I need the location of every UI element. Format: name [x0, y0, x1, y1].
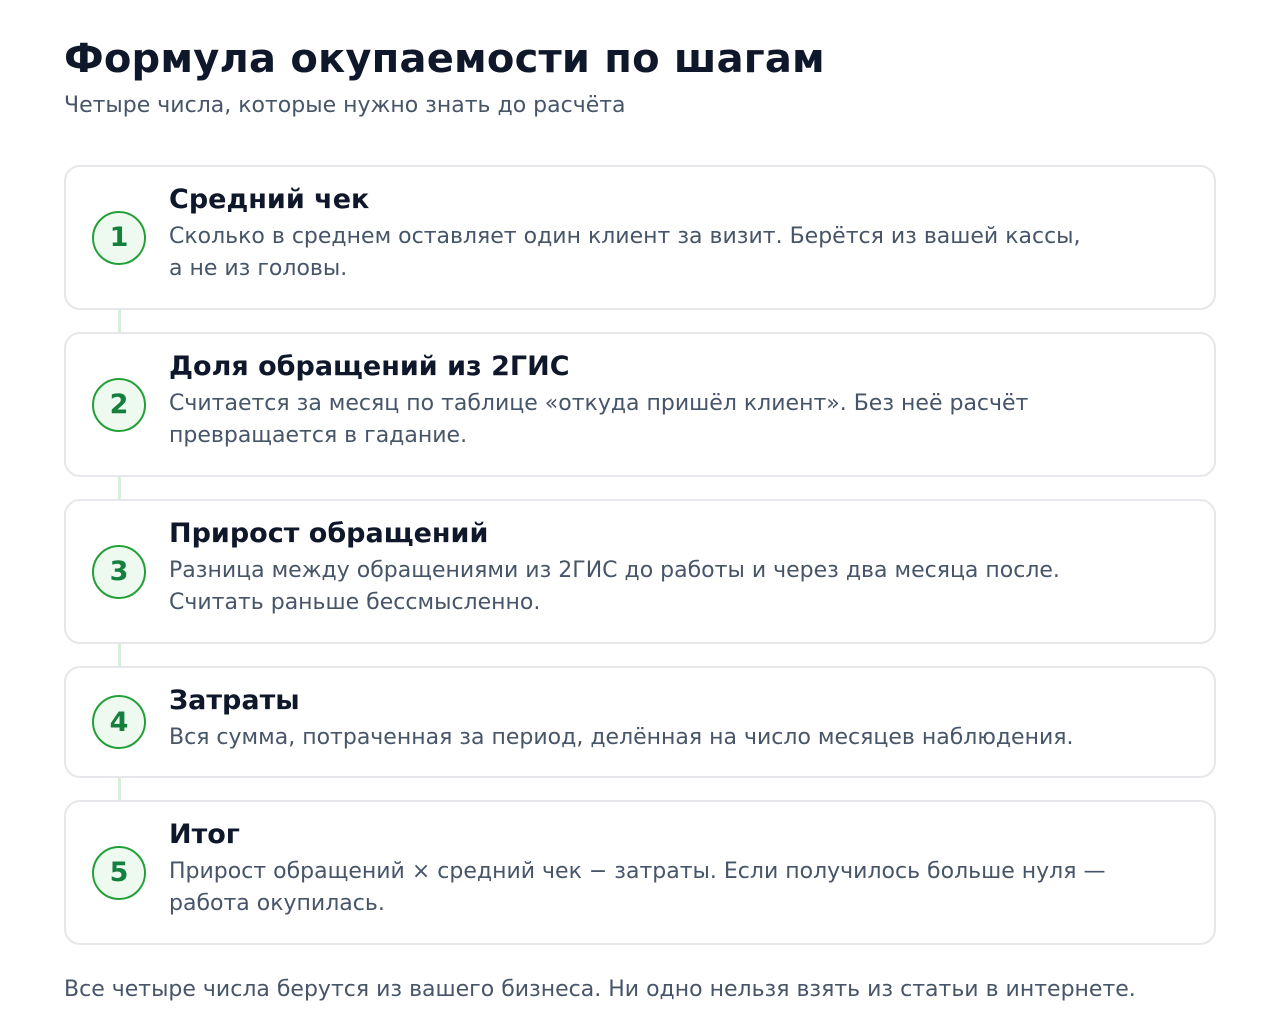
step-number-badge: 2: [92, 377, 146, 432]
step-connector: [118, 778, 121, 800]
step-card-5: 5 Итог Прирост обращений × средний чек −…: [64, 800, 1216, 945]
step-card-2: 2 Доля обращений из 2ГИС Считается за ме…: [64, 332, 1216, 477]
step-description: Считается за месяц по таблице «откуда пр…: [169, 391, 1029, 448]
footer-note: Все четыре числа берутся из вашего бизне…: [64, 977, 1136, 1002]
step-description: Разница между обращениями из 2ГИС до раб…: [169, 558, 1060, 615]
step-title: Доля обращений из 2ГИС: [169, 351, 570, 382]
step-description: Вся сумма, потраченная за период, делённ…: [169, 725, 1074, 750]
step-card-1: 1 Средний чек Сколько в среднем оставляе…: [64, 165, 1216, 310]
step-card-4: 4 Затраты Вся сумма, потраченная за пери…: [64, 666, 1216, 778]
step-connector: [118, 310, 121, 332]
step-connector: [118, 644, 121, 666]
step-number-badge: 4: [92, 695, 146, 749]
step-connector: [118, 477, 121, 499]
step-title: Итог: [169, 819, 240, 850]
step-title: Прирост обращений: [169, 518, 489, 549]
page-title: Формула окупаемости по шагам: [64, 36, 825, 82]
steps-list: 1 Средний чек Сколько в среднем оставляе…: [64, 165, 1216, 945]
step-number-badge: 5: [92, 845, 146, 900]
step-card-3: 3 Прирост обращений Разница между обраще…: [64, 499, 1216, 644]
step-title: Средний чек: [169, 184, 370, 215]
step-number-badge: 1: [92, 210, 146, 265]
step-description: Сколько в среднем оставляет один клиент …: [169, 224, 1081, 281]
page: Формула окупаемости по шагам Четыре числ…: [0, 0, 1280, 1030]
step-number-badge: 3: [92, 544, 146, 599]
step-title: Затраты: [169, 685, 300, 716]
step-description: Прирост обращений × средний чек − затрат…: [169, 859, 1106, 916]
page-subtitle: Четыре числа, которые нужно знать до рас…: [64, 93, 626, 118]
